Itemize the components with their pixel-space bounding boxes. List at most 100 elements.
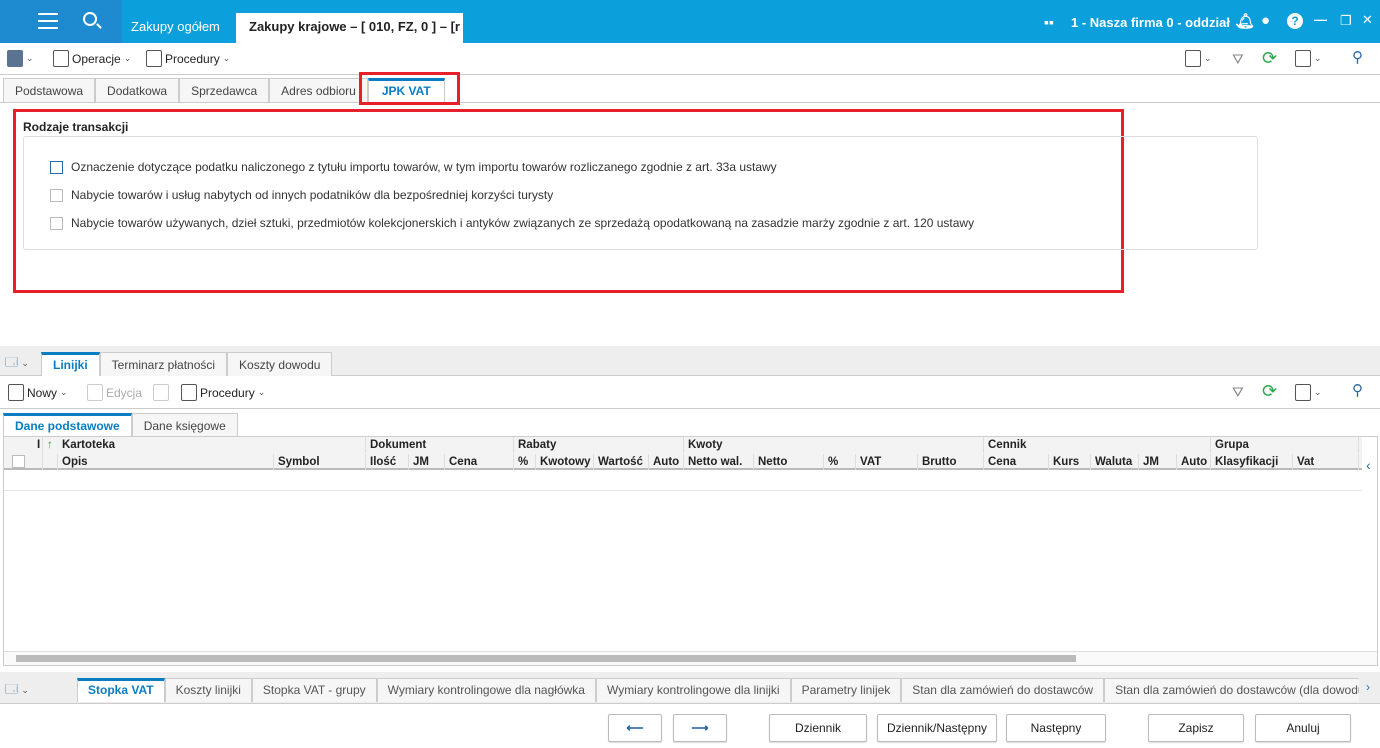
new-label: Nowy xyxy=(27,385,58,400)
column-header[interactable]: Opis xyxy=(58,454,274,470)
tab-bottom-0[interactable]: Stopka VAT xyxy=(77,678,165,702)
tab-zakupy-ogolem[interactable]: Zakupy ogółem xyxy=(118,13,233,43)
tab-podstawowa[interactable]: Podstawowa xyxy=(3,78,96,103)
horizontal-scrollbar[interactable] xyxy=(4,651,1377,665)
previous-button[interactable]: ⟵ xyxy=(608,714,662,742)
close-icon[interactable]: ✕ xyxy=(1362,12,1373,28)
column-header[interactable] xyxy=(43,454,58,470)
column-header[interactable]: VAT xyxy=(856,454,918,470)
column-header[interactable]: Waluta xyxy=(1091,454,1139,470)
tab-bottom-2[interactable]: Stopka VAT - grupy xyxy=(251,678,377,702)
tab-bottom-1[interactable]: Koszty linijki xyxy=(164,678,252,702)
checkbox[interactable] xyxy=(50,161,63,175)
column-header[interactable]: Cena xyxy=(984,454,1049,470)
column-header[interactable]: % xyxy=(824,454,856,470)
column-header[interactable]: Kurs xyxy=(1049,454,1091,470)
checkbox[interactable] xyxy=(50,189,63,203)
column-header[interactable]: Symbol xyxy=(274,454,366,470)
operations-button[interactable]: Operacje ⌄ xyxy=(53,50,131,67)
column-header[interactable]: JM xyxy=(409,454,445,470)
menu-icon[interactable] xyxy=(38,13,58,29)
tab-bottom-7[interactable]: Stan dla zamówień do dostawców (dla dowo… xyxy=(1104,678,1359,702)
select-all-checkbox[interactable] xyxy=(12,455,25,468)
procedures-button[interactable]: Procedury ⌄ xyxy=(146,50,230,67)
tab-lower-1[interactable]: Terminarz płatności xyxy=(99,352,228,376)
scrollbar-thumb[interactable] xyxy=(16,655,1076,662)
tab-dodatkowa[interactable]: Dodatkowa xyxy=(95,78,180,103)
journal-button[interactable]: Dziennik xyxy=(769,714,867,742)
bottom-tabs-bar: 🗔︎ ⌄ Stopka VAT Koszty linijki Stopka VAT … xyxy=(0,672,1380,704)
refresh-icon[interactable]: ⟳ xyxy=(1262,381,1277,402)
column-header[interactable]: % xyxy=(514,454,536,470)
cancel-button[interactable]: Anuluj xyxy=(1255,714,1351,742)
tab-bottom-5[interactable]: Parametry linijek xyxy=(790,678,902,702)
tab-sprzedawca[interactable]: Sprzedawca xyxy=(179,78,270,103)
company-selector[interactable]: 1 - Nasza firma 0 - oddział ⌄ xyxy=(1071,15,1244,31)
delete-button[interactable] xyxy=(153,384,169,401)
tab-adres-odbioru[interactable]: Adres odbioru xyxy=(269,78,368,103)
scroll-right-icon[interactable]: › xyxy=(1366,680,1370,694)
tab-bottom-3[interactable]: Wymiary kontrolingowe dla nagłówka xyxy=(376,678,596,702)
tab-zakupy-krajowe[interactable]: Zakupy krajowe – [ 010, FZ, 0 ] – [r xyxy=(236,13,463,43)
search-panel-icon[interactable]: ⚲ xyxy=(1352,381,1363,399)
column-header[interactable]: Vat xyxy=(1293,454,1359,470)
column-header[interactable]: Auto xyxy=(649,454,684,470)
new-doc-icon xyxy=(8,384,24,401)
column-header[interactable]: Kwotowy xyxy=(536,454,594,470)
columns-button[interactable]: ⌄ xyxy=(1295,50,1322,67)
column-header[interactable]: Ilość xyxy=(366,454,409,470)
print-button[interactable]: ⌄ xyxy=(7,50,34,67)
save-button[interactable]: Zapisz xyxy=(1148,714,1244,742)
journal-next-button[interactable]: Dziennik/Następny xyxy=(877,714,997,742)
transaction-option[interactable]: Oznaczenie dotyczące podatku naliczonego… xyxy=(50,160,777,175)
restore-icon[interactable]: ❐ xyxy=(1340,13,1352,29)
column-header[interactable]: I xyxy=(33,437,43,470)
column-header[interactable]: Wartość xyxy=(594,454,649,470)
tab-grid-0[interactable]: Dane podstawowe xyxy=(3,413,132,436)
column-header[interactable]: Cena xyxy=(445,454,514,470)
column-header[interactable]: Auto xyxy=(1177,454,1211,470)
column-header[interactable]: Brutto xyxy=(918,454,984,470)
gear-doc-icon xyxy=(146,50,162,67)
option-label: Nabycie towarów i usług nabytych od inny… xyxy=(71,188,554,202)
column-header[interactable]: JM xyxy=(1139,454,1177,470)
tab-lower-0[interactable]: Linijki xyxy=(41,352,100,376)
clear-filter-icon[interactable]: ⛛ xyxy=(1232,384,1244,401)
column-header[interactable]: Netto wal. xyxy=(684,454,754,470)
column-header[interactable]: Klasyfikacji xyxy=(1211,454,1293,470)
lines-procedures-button[interactable]: Procedury ⌄ xyxy=(181,384,265,401)
layout-icon[interactable]: 🗔︎ ⌄ xyxy=(5,353,29,374)
tab-grid-1[interactable]: Dane księgowe xyxy=(131,413,238,436)
company-name: 1 - Nasza firma 0 - oddział xyxy=(1071,15,1230,30)
next-document-button[interactable]: Następny xyxy=(1006,714,1106,742)
column-group-header: Dokument xyxy=(366,437,514,453)
chevron-left-icon[interactable]: ‹ xyxy=(1366,457,1371,473)
transaction-option[interactable]: Nabycie towarów i usług nabytych od inny… xyxy=(50,188,554,203)
next-arrow-button[interactable]: ⟶ xyxy=(673,714,727,742)
column-header[interactable]: Netto xyxy=(754,454,824,470)
apps-icon[interactable]: ▪▪ xyxy=(1044,14,1054,30)
column-group-header: Kartoteka xyxy=(58,437,366,453)
procedures-label: Procedury xyxy=(165,51,220,66)
refresh-icon[interactable]: ⟳ xyxy=(1262,48,1277,69)
bell-icon[interactable]: 🔔︎ xyxy=(1236,12,1255,30)
minimize-icon[interactable]: — xyxy=(1314,12,1327,27)
search-panel-icon[interactable]: ⚲ xyxy=(1352,48,1363,66)
clear-filter-icon[interactable]: ⛛ xyxy=(1232,51,1244,68)
transaction-option[interactable]: Nabycie towarów używanych, dzieł sztuki,… xyxy=(50,216,974,231)
user-icon[interactable]: ● xyxy=(1261,12,1270,29)
columns-icon xyxy=(1295,50,1311,67)
columns-button[interactable]: ⌄ xyxy=(1295,384,1322,401)
tab-lower-2[interactable]: Koszty dowodu xyxy=(227,352,333,376)
section-title: Rodzaje transakcji xyxy=(23,120,129,134)
tab-bottom-4[interactable]: Wymiary kontrolingowe dla linijki xyxy=(595,678,791,702)
checkbox[interactable] xyxy=(50,217,63,231)
column-group-header: Grupa xyxy=(1211,437,1359,453)
layout-icon[interactable]: 🗔︎ ⌄ xyxy=(5,680,29,701)
help-icon[interactable]: ? xyxy=(1287,13,1303,29)
edit-button[interactable]: Edycja xyxy=(87,384,142,401)
sort-arrow-icon[interactable]: ↑ xyxy=(43,437,58,453)
new-button[interactable]: Nowy ⌄ xyxy=(8,384,68,401)
tab-bottom-6[interactable]: Stan dla zamówień do dostawców xyxy=(901,678,1105,702)
view-settings-button[interactable]: ⌄ xyxy=(1185,50,1212,67)
